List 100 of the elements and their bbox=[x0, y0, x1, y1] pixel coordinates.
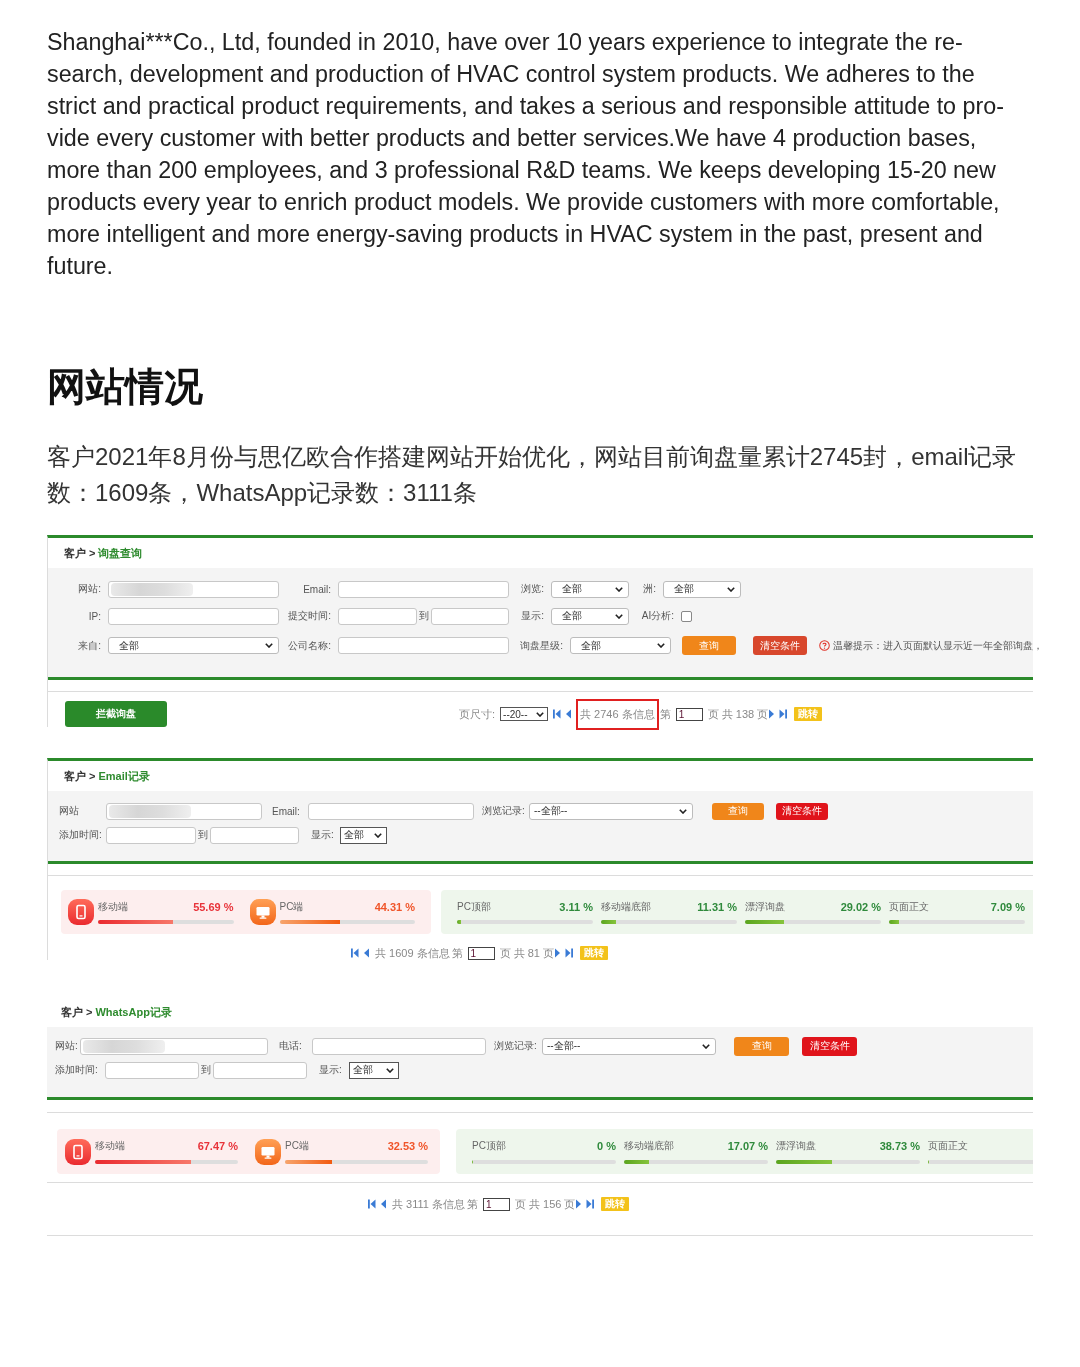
page-count-text: 页 共 156 页 bbox=[514, 1196, 576, 1212]
field-label: 显示: bbox=[319, 1063, 342, 1077]
field-label: 网站 bbox=[59, 804, 79, 818]
phone-icon bbox=[68, 899, 94, 925]
field-label: Email: bbox=[303, 583, 331, 595]
breadcrumb-current: 询盘查询 bbox=[98, 545, 143, 561]
chevron-down-icon bbox=[536, 711, 545, 717]
range-separator: 到 bbox=[418, 609, 429, 623]
field-label: 显示: bbox=[521, 609, 544, 623]
page-number-input[interactable]: 1 bbox=[467, 946, 495, 960]
chevron-down-icon bbox=[679, 808, 687, 814]
first-page-icon[interactable] bbox=[553, 709, 562, 719]
input-field[interactable] bbox=[108, 580, 279, 598]
input-field[interactable] bbox=[338, 580, 509, 598]
field-label: 电话: bbox=[279, 1039, 302, 1053]
chevron-down-icon bbox=[374, 832, 382, 838]
stat-label: 漂浮询盘 bbox=[776, 1139, 816, 1153]
stat-label: PC顶部 bbox=[472, 1139, 506, 1153]
breadcrumb-link[interactable]: 客户 > bbox=[64, 545, 96, 561]
dropdown-select[interactable]: 全部 bbox=[551, 607, 629, 625]
help-icon bbox=[819, 640, 830, 651]
date-input-field[interactable] bbox=[106, 826, 196, 844]
field-label: 浏览: bbox=[521, 582, 544, 596]
stat-percentage: 3.11 % bbox=[559, 900, 593, 913]
next-page-icon[interactable] bbox=[555, 948, 560, 958]
previous-page-icon[interactable] bbox=[566, 709, 572, 719]
stat-percentage: 32.53 % bbox=[387, 1140, 428, 1152]
input-field[interactable] bbox=[338, 637, 509, 654]
dropdown-select[interactable]: 全部 bbox=[551, 580, 629, 598]
total-records-text: 共 3111 条信息 bbox=[391, 1196, 466, 1212]
breadcrumb-link[interactable]: 客户 > bbox=[64, 768, 96, 784]
breadcrumb-link[interactable]: 客户 > bbox=[61, 1004, 93, 1020]
intro-paragraph: Shanghai***Co., Ltd, founded in 2010, have over 10 years experience to integrate the re- search, development and production of HVAC control system products. We adheres to the strict and practical product requirements, and takes a serious and responsible attitude to pro- vide every customer with better products and better services.We have 4 production bases, more than 200 employees, and 3 professional R&D teams. We keeps developing 15-20 new products every year to enrich product models. We provide customers with more comfortable, more intelligent and more energy-saving products in HVAC system in the past, present and future. bbox=[47, 28, 1005, 281]
summary-paragraph: 客户2021年8月份与思亿欧合作搭建网站开始优化，网站目前询盘量累计2745封，email记录数：1609条，WhatsApp记录数：3111条 bbox=[47, 442, 1018, 508]
next-page-icon[interactable] bbox=[769, 709, 775, 719]
stat-label: 漂浮询盘 bbox=[745, 899, 785, 914]
previous-page-icon[interactable] bbox=[381, 1199, 386, 1209]
page-prefix-text: 第 bbox=[451, 945, 463, 961]
date-input-field[interactable] bbox=[209, 826, 299, 844]
clear-filters-button[interactable]: 清空条件 bbox=[753, 636, 807, 655]
field-label: 添加时间: bbox=[59, 828, 102, 842]
page-size-select[interactable]: --20-- bbox=[500, 707, 549, 721]
page-count-text: 页 共 81 页 bbox=[499, 945, 554, 961]
chevron-down-icon bbox=[615, 613, 623, 619]
field-label: Email: bbox=[272, 805, 300, 817]
stat-label: 移动端底部 bbox=[624, 1139, 674, 1153]
stat-label: 页面正文 bbox=[928, 1139, 968, 1153]
dropdown-select[interactable]: --全部-- bbox=[542, 1037, 716, 1055]
date-input-field[interactable] bbox=[213, 1061, 307, 1079]
dropdown-select[interactable]: 全部 bbox=[663, 580, 741, 598]
page-count-text: 页 共 138 页 bbox=[707, 706, 769, 722]
stat-label: PC顶部 bbox=[457, 899, 491, 914]
monitor-icon bbox=[249, 899, 276, 925]
input-field[interactable] bbox=[108, 607, 279, 625]
field-label: 公司名称: bbox=[288, 638, 331, 653]
page-prefix-text: 第 bbox=[659, 706, 671, 722]
first-page-icon[interactable] bbox=[368, 1199, 376, 1209]
checkbox[interactable] bbox=[681, 610, 692, 622]
dropdown-select[interactable]: 全部 bbox=[108, 637, 279, 654]
field-label: 浏览记录: bbox=[494, 1039, 537, 1053]
last-page-icon[interactable] bbox=[565, 948, 573, 958]
page-number-input[interactable]: 1 bbox=[482, 1197, 510, 1211]
input-field[interactable] bbox=[312, 1037, 486, 1055]
page-size-label: 页尺寸: bbox=[459, 706, 496, 722]
last-page-icon[interactable] bbox=[779, 709, 788, 719]
input-field[interactable] bbox=[308, 802, 474, 820]
first-page-icon[interactable] bbox=[351, 948, 359, 958]
field-label: AI分析: bbox=[641, 609, 674, 623]
clear-filters-button[interactable]: 清空条件 bbox=[776, 802, 828, 820]
date-input-field[interactable] bbox=[430, 607, 509, 625]
stat-percentage: 7.09 % bbox=[990, 900, 1025, 913]
phone-icon bbox=[65, 1138, 91, 1165]
page-prefix-text: 第 bbox=[466, 1196, 478, 1212]
chevron-down-icon bbox=[615, 586, 623, 592]
date-input-field[interactable] bbox=[338, 607, 417, 625]
stat-label: 移动端 bbox=[95, 1139, 125, 1153]
previous-page-icon[interactable] bbox=[364, 948, 369, 958]
range-separator: 到 bbox=[197, 828, 208, 842]
dropdown-select[interactable]: --全部-- bbox=[529, 802, 693, 820]
stat-percentage: 11.31 % bbox=[697, 900, 737, 913]
total-records-text: 共 1609 条信息 bbox=[374, 945, 451, 961]
tip-text: 温馨提示：进入页面默认显示近一年全部询盘， bbox=[833, 638, 1043, 653]
page-number-input[interactable]: 1 bbox=[675, 707, 703, 721]
next-page-icon[interactable] bbox=[576, 1199, 582, 1209]
field-label: 添加时间: bbox=[55, 1063, 98, 1077]
last-page-icon[interactable] bbox=[586, 1199, 595, 1209]
total-records-text: 共 2746 条信息 bbox=[576, 698, 659, 730]
input-field[interactable] bbox=[80, 1037, 268, 1055]
chevron-down-icon bbox=[386, 1067, 394, 1073]
date-input-field[interactable] bbox=[105, 1061, 199, 1079]
clear-filters-button[interactable]: 清空条件 bbox=[802, 1036, 857, 1056]
dropdown-select[interactable]: 全部 bbox=[340, 826, 387, 844]
intercept-button[interactable]: 拦截询盘 bbox=[65, 701, 167, 727]
stat-percentage: 67.47 % bbox=[197, 1140, 238, 1152]
dropdown-select[interactable]: 全部 bbox=[570, 637, 671, 654]
field-label: 提交时间: bbox=[288, 609, 331, 623]
input-field[interactable] bbox=[106, 802, 262, 820]
chevron-down-icon bbox=[727, 586, 735, 592]
dropdown-select[interactable]: 全部 bbox=[349, 1061, 399, 1079]
field-label: 询盘星级: bbox=[520, 638, 563, 653]
